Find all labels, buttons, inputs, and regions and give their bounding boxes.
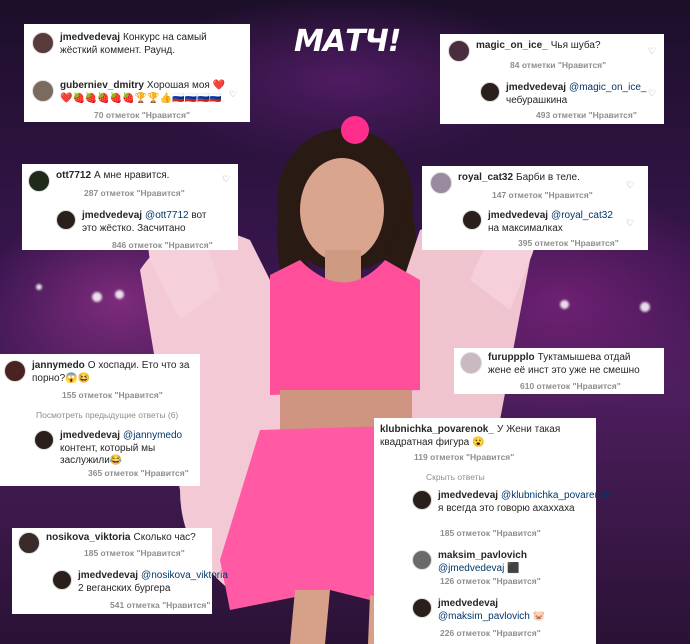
likes-count[interactable]: 70 отметок "Нравится" bbox=[94, 110, 190, 121]
heart-icon[interactable]: ♡ bbox=[648, 88, 658, 98]
likes-count[interactable]: 493 отметки "Нравится" bbox=[536, 110, 637, 121]
comment-panel-4: royal_cat32 Барби в теле. ♡ 147 отметок "… bbox=[422, 166, 648, 250]
likes-count[interactable]: 610 отметок "Нравится" bbox=[520, 381, 621, 392]
comment-text: Сколько час? bbox=[133, 532, 196, 543]
comment-text: 🐷 bbox=[532, 610, 546, 622]
likes-count[interactable]: 226 отметок "Нравится" bbox=[440, 628, 541, 639]
username[interactable]: jmedvedevaj bbox=[60, 32, 120, 43]
username[interactable]: maksim_pavlovich bbox=[438, 550, 527, 561]
heart-icon[interactable]: ♡ bbox=[222, 174, 232, 184]
likes-count[interactable]: 147 отметок "Нравится" bbox=[492, 190, 593, 201]
comment-panel-2: magic_on_ice_ Чья шуба? ♡ 84 отметки "Нра… bbox=[440, 34, 664, 124]
username[interactable]: guberniev_dmitry bbox=[60, 80, 144, 91]
comment-text: ⬛ bbox=[507, 562, 520, 574]
likes-count[interactable]: 541 отметка "Нравится" bbox=[110, 600, 210, 611]
username[interactable]: jmedvedevaj bbox=[82, 210, 142, 221]
comment-panel-1: jmedvedevaj Конкурс на самый жёсткий комм… bbox=[24, 24, 250, 122]
mention[interactable]: @ott7712 bbox=[145, 210, 189, 221]
username[interactable]: jmedvedevaj bbox=[488, 210, 548, 221]
username[interactable]: jmedvedevaj bbox=[78, 570, 138, 581]
avatar bbox=[448, 40, 470, 62]
avatar bbox=[52, 570, 72, 590]
avatar bbox=[34, 430, 54, 450]
avatar bbox=[412, 490, 432, 510]
avatar bbox=[412, 550, 432, 570]
view-previous-replies[interactable]: Посмотреть предыдущие ответы (6) bbox=[36, 410, 178, 421]
heart-icon[interactable]: ♡ bbox=[626, 218, 636, 228]
mention[interactable]: @jmedvedevaj bbox=[438, 563, 504, 574]
username[interactable]: nosikova_viktoria bbox=[46, 532, 130, 543]
avatar bbox=[32, 32, 54, 54]
comment-text: А мне нравится. bbox=[94, 170, 170, 181]
hide-replies[interactable]: Скрыть ответы bbox=[426, 472, 485, 483]
avatar bbox=[4, 360, 26, 382]
avatar bbox=[462, 210, 482, 230]
mention[interactable]: @maksim_pavlovich bbox=[438, 611, 530, 622]
avatar bbox=[56, 210, 76, 230]
likes-count[interactable]: 84 отметки "Нравится" bbox=[510, 60, 606, 71]
comment-text: на максималках bbox=[488, 222, 563, 234]
comment-panel-3: ott7712 А мне нравится. ♡ 287 отметок "Нр… bbox=[22, 164, 238, 250]
likes-count[interactable]: 155 отметок "Нравится" bbox=[62, 390, 163, 401]
username[interactable]: jmedvedevaj bbox=[438, 490, 498, 501]
comment-panel-8: nosikova_viktoria Сколько час? 185 отмето… bbox=[12, 528, 228, 614]
username[interactable]: jmedvedevaj bbox=[60, 430, 120, 441]
avatar bbox=[18, 532, 40, 554]
username[interactable]: jmedvedevaj bbox=[506, 82, 566, 93]
heart-icon[interactable]: ♡ bbox=[229, 89, 239, 99]
avatar bbox=[430, 172, 452, 194]
username[interactable]: jannymedo bbox=[32, 360, 85, 371]
avatar bbox=[32, 80, 54, 102]
likes-count[interactable]: 395 отметок "Нравится" bbox=[518, 238, 619, 249]
likes-count[interactable]: 365 отметок "Нравится" bbox=[88, 468, 189, 479]
comment-text: я всегда это говорю ахаххаха bbox=[438, 502, 575, 514]
username[interactable]: klubnichka_povarenok_ bbox=[380, 424, 494, 435]
avatar bbox=[412, 598, 432, 618]
match-logo: МАТЧ! bbox=[294, 24, 401, 59]
likes-count[interactable]: 185 отметок "Нравится" bbox=[440, 528, 541, 539]
comment-text: чебурашкина bbox=[506, 94, 568, 106]
mention[interactable]: @royal_cat32 bbox=[551, 210, 613, 221]
likes-count[interactable]: 119 отметок "Нравится" bbox=[414, 452, 514, 463]
likes-count[interactable]: 846 отметок "Нравится" bbox=[112, 240, 213, 251]
mention[interactable]: @magic_on_ice_ bbox=[569, 82, 646, 93]
username[interactable]: magic_on_ice_ bbox=[476, 40, 548, 51]
avatar bbox=[28, 170, 50, 192]
likes-count[interactable]: 126 отметок "Нравится" bbox=[440, 576, 541, 587]
comment-text: контент, который мы заслужили😂 bbox=[60, 442, 156, 467]
comment-panel-7: klubnichka_povarenok_ У Жени такая квадра… bbox=[374, 418, 616, 644]
comment-panel-6-likes: 610 отметок "Нравится" bbox=[454, 380, 664, 394]
comment-text: 2 веганских бургера bbox=[78, 582, 171, 594]
heart-icon[interactable]: ♡ bbox=[648, 46, 658, 56]
comment-text: Барби в теле. bbox=[516, 172, 580, 183]
username[interactable]: furuppplo bbox=[488, 352, 535, 363]
avatar bbox=[480, 82, 500, 102]
mention[interactable]: @nosikova_viktoria bbox=[141, 570, 228, 581]
comment-panel-5: jannymedo О хоспади. Ето что за порно?😱😆 … bbox=[0, 354, 200, 486]
avatar bbox=[460, 352, 482, 374]
mention[interactable]: @klubnichka_povarenok_ bbox=[501, 490, 616, 501]
username[interactable]: ott7712 bbox=[56, 170, 91, 181]
likes-count[interactable]: 185 отметок "Нравится" bbox=[84, 548, 185, 559]
username[interactable]: royal_cat32 bbox=[458, 172, 513, 183]
mention[interactable]: @jannymedo bbox=[123, 430, 182, 441]
heart-icon[interactable]: ♡ bbox=[626, 180, 636, 190]
username[interactable]: jmedvedevaj bbox=[438, 598, 498, 609]
comment-text: Чья шуба? bbox=[550, 40, 601, 51]
likes-count[interactable]: 287 отметок "Нравится" bbox=[84, 188, 185, 199]
